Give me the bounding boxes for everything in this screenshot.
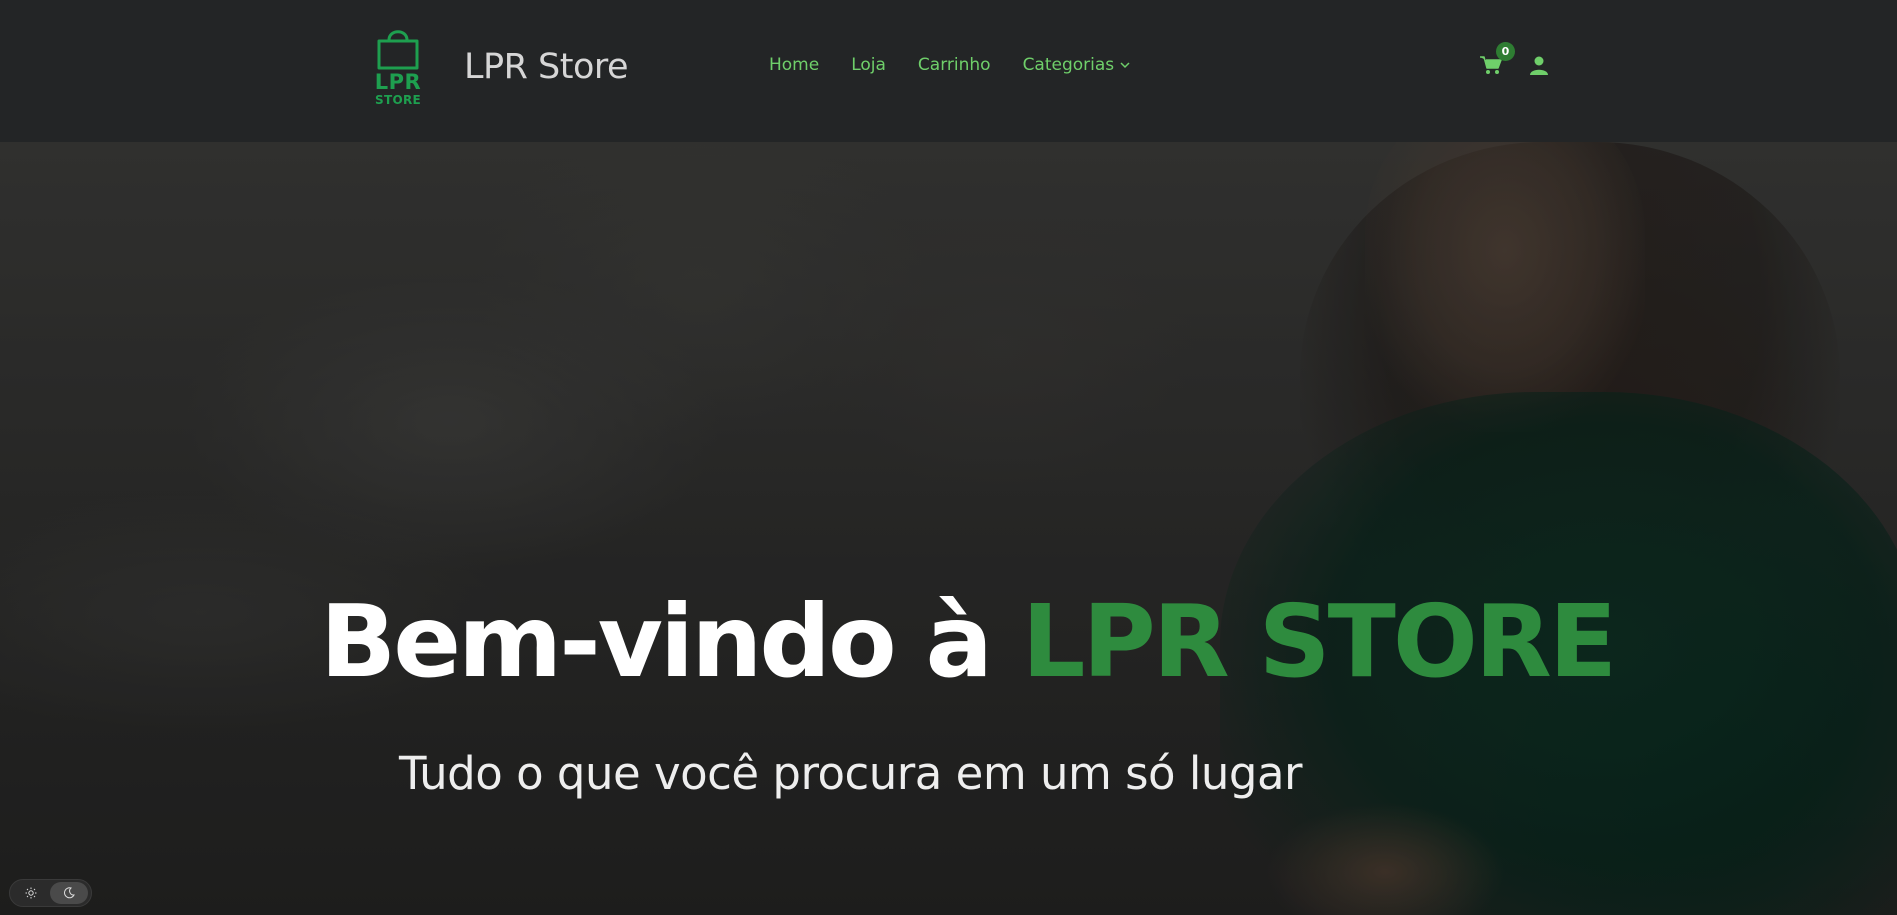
shopping-bag-icon — [377, 30, 419, 70]
moon-icon — [64, 887, 75, 899]
nav-link-home[interactable]: Home — [769, 55, 819, 75]
nav-link-carrinho[interactable]: Carrinho — [918, 55, 991, 75]
brand-name[interactable]: LPR Store — [464, 47, 629, 87]
logo-line-2: STORE — [375, 93, 421, 107]
dark-theme-button[interactable] — [50, 882, 88, 904]
user-icon[interactable] — [1530, 56, 1548, 75]
chevron-down-icon — [1120, 61, 1130, 68]
hero-title-accent: LPR STORE — [1021, 583, 1617, 700]
hero-subtitle: Tudo o que você procura em um só lugar — [399, 747, 1303, 800]
nav-link-categorias[interactable]: Categorias — [1023, 55, 1131, 75]
light-theme-button[interactable] — [12, 882, 50, 904]
main-nav: Home Loja Carrinho Categorias — [769, 55, 1130, 75]
nav-link-categorias-label: Categorias — [1022, 55, 1115, 75]
site-header: LPR STORE LPR Store Home Loja Carrinho C… — [0, 0, 1897, 142]
cart-count-badge: 0 — [1496, 42, 1515, 61]
hero-title: Bem-vindo à LPR STORE — [320, 592, 1617, 692]
sun-icon — [25, 887, 37, 899]
nav-link-loja[interactable]: Loja — [851, 55, 886, 75]
logo-line-1: LPR — [374, 70, 422, 94]
logo-wordmark: LPR STORE — [373, 70, 423, 107]
hero-title-prefix: Bem-vindo à — [320, 583, 1022, 700]
theme-toggle — [9, 879, 92, 907]
